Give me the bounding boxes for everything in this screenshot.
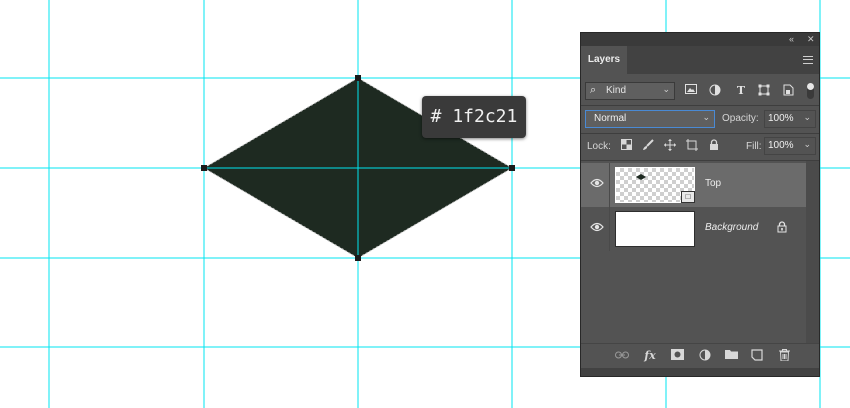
anchor-point[interactable] [355, 75, 361, 81]
anchor-point[interactable] [201, 165, 207, 171]
lock-all-icon[interactable] [707, 139, 721, 153]
blend-mode-select[interactable]: Normal ⌄ [585, 110, 715, 128]
layers-list: □ Top Background [581, 161, 819, 341]
new-layer-icon[interactable] [750, 349, 764, 363]
layer-thumbnail[interactable]: □ [615, 167, 695, 203]
lock-label: Lock: [587, 141, 611, 152]
panel-tab-row: Layers [581, 46, 819, 74]
tab-layers[interactable]: Layers [581, 46, 627, 74]
thumbnail-shape [636, 174, 646, 180]
anchor-point[interactable] [509, 165, 515, 171]
lock-position-icon[interactable] [663, 139, 677, 153]
eye-icon[interactable] [589, 177, 605, 193]
panel-footer [581, 368, 819, 376]
separator [581, 105, 819, 106]
separator [581, 133, 819, 134]
filter-kind-select[interactable]: ⌕ Kind ⌄ [585, 82, 675, 100]
panel-titlebar: « ✕ [581, 33, 819, 46]
add-mask-icon[interactable] [670, 349, 684, 363]
fill-label: Fill: [746, 141, 762, 152]
type-filter-icon[interactable]: T [734, 84, 748, 98]
chevron-down-icon: ⌄ [803, 112, 811, 122]
lock-artboard-icon[interactable] [685, 139, 699, 153]
filter-toggle-switch[interactable] [807, 83, 814, 99]
color-hex-tooltip: # 1f2c21 [422, 96, 526, 138]
shape-layer-badge-icon: □ [681, 191, 695, 203]
divider [609, 207, 610, 251]
lock-icon [777, 221, 787, 236]
layers-panel: « ✕ Layers ⌕ Kind ⌄ T Normal ⌄ Opacity: … [580, 32, 820, 377]
opacity-input[interactable]: 100% ⌄ [764, 110, 816, 128]
adjustment-layer-icon[interactable] [698, 349, 712, 363]
lock-transparent-pixels-icon[interactable] [619, 139, 633, 153]
divider [609, 163, 610, 207]
adjustment-filter-icon[interactable] [708, 84, 722, 98]
link-layers-icon[interactable] [615, 349, 629, 363]
layers-bottom-toolbar: fx [581, 343, 819, 369]
layer-thumbnail[interactable] [615, 211, 695, 247]
blend-mode-value: Normal [594, 113, 627, 124]
search-icon: ⌕ [590, 84, 597, 96]
image-filter-icon[interactable] [684, 84, 698, 98]
panel-menu-icon[interactable] [803, 56, 813, 64]
shape-filter-icon[interactable] [757, 84, 771, 98]
layers-scrollbar[interactable] [806, 161, 819, 343]
opacity-label: Opacity: [722, 113, 759, 124]
collapse-panel-icon[interactable]: « [789, 33, 794, 46]
close-panel-icon[interactable]: ✕ [807, 33, 815, 46]
layer-row-background[interactable]: Background [581, 207, 806, 251]
chevron-down-icon: ⌄ [702, 112, 710, 122]
delete-layer-icon[interactable] [777, 349, 791, 363]
fx-icon[interactable]: fx [643, 349, 657, 363]
layer-name[interactable]: Background [705, 222, 758, 233]
fill-value: 100% [768, 140, 794, 151]
chevron-down-icon: ⌄ [803, 139, 811, 149]
filter-kind-label: Kind [606, 85, 627, 96]
eye-icon[interactable] [589, 221, 605, 237]
fill-input[interactable]: 100% ⌄ [764, 137, 816, 155]
chevron-down-icon: ⌄ [662, 84, 670, 94]
lock-image-pixels-icon[interactable] [641, 139, 655, 153]
smart-object-filter-icon[interactable] [781, 84, 795, 98]
opacity-value: 100% [768, 113, 794, 124]
new-group-icon[interactable] [724, 349, 738, 363]
layer-name[interactable]: Top [705, 178, 721, 189]
layer-row-top[interactable]: □ Top [581, 163, 806, 207]
anchor-point[interactable] [355, 255, 361, 261]
